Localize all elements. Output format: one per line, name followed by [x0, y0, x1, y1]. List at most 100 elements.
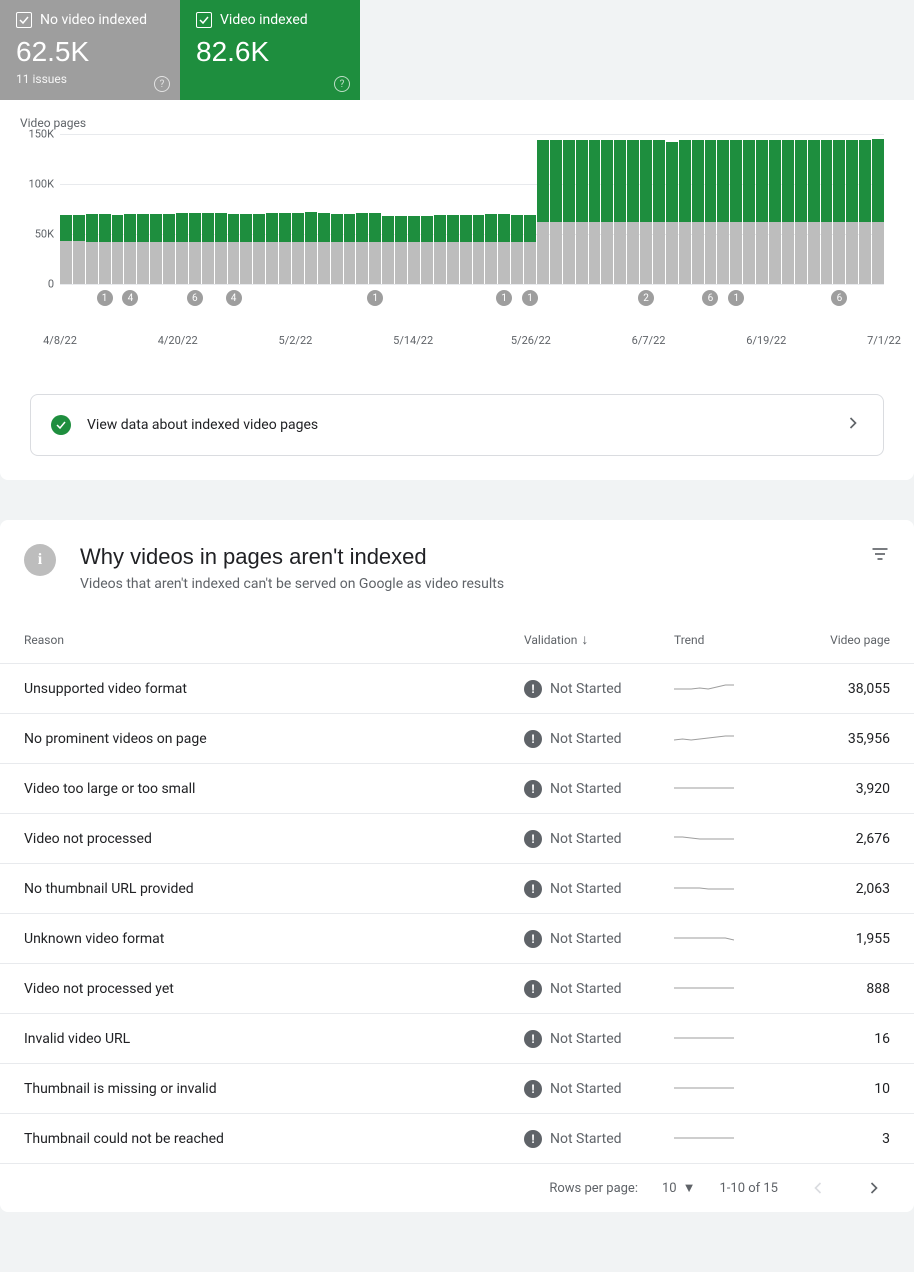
bar[interactable]: 4 — [124, 134, 136, 284]
bar[interactable] — [86, 134, 98, 284]
bar[interactable] — [576, 134, 588, 284]
bar[interactable]: 6 — [189, 134, 201, 284]
col-trend[interactable]: Trend — [674, 633, 774, 647]
table-row[interactable]: Video not processed yet!Not Started888 — [0, 964, 914, 1014]
bar[interactable]: 1 — [730, 134, 742, 284]
bar[interactable] — [266, 134, 278, 284]
table-row[interactable]: Video too large or too small!Not Started… — [0, 764, 914, 814]
bar[interactable] — [395, 134, 407, 284]
bar[interactable] — [653, 134, 665, 284]
bar[interactable] — [743, 134, 755, 284]
chart-marker[interactable]: 4 — [122, 290, 138, 306]
next-page-button[interactable] — [858, 1172, 890, 1204]
table-row[interactable]: Thumbnail is missing or invalid!Not Star… — [0, 1064, 914, 1114]
bar[interactable] — [112, 134, 124, 284]
table-row[interactable]: Unknown video format!Not Started1,955 — [0, 914, 914, 964]
chart-marker[interactable]: 6 — [702, 290, 718, 306]
prev-page-button[interactable] — [802, 1172, 834, 1204]
bar[interactable] — [331, 134, 343, 284]
bar[interactable] — [356, 134, 368, 284]
bar[interactable] — [344, 134, 356, 284]
chart-marker[interactable]: 6 — [187, 290, 203, 306]
bar[interactable] — [460, 134, 472, 284]
table-row[interactable]: No prominent videos on page!Not Started3… — [0, 714, 914, 764]
chart-marker[interactable]: 4 — [226, 290, 242, 306]
table-row[interactable]: No thumbnail URL provided!Not Started2,0… — [0, 864, 914, 914]
card-video-indexed[interactable]: Video indexed 82.6K ? — [180, 0, 360, 100]
bar[interactable] — [846, 134, 858, 284]
card-no-video-indexed[interactable]: No video indexed 62.5K 11 issues ? — [0, 0, 180, 100]
bar[interactable] — [137, 134, 149, 284]
chart-marker[interactable]: 1 — [367, 290, 383, 306]
bar[interactable] — [215, 134, 227, 284]
bar[interactable] — [627, 134, 639, 284]
bar[interactable] — [421, 134, 433, 284]
help-icon[interactable]: ? — [334, 76, 350, 92]
bar[interactable] — [279, 134, 291, 284]
bar[interactable] — [60, 134, 72, 284]
bar[interactable]: 1 — [99, 134, 111, 284]
bar[interactable] — [601, 134, 613, 284]
bar[interactable] — [782, 134, 794, 284]
bar[interactable] — [318, 134, 330, 284]
bar[interactable] — [537, 134, 549, 284]
bar[interactable]: 4 — [228, 134, 240, 284]
col-reason[interactable]: Reason — [24, 633, 524, 647]
bar[interactable] — [485, 134, 497, 284]
bar[interactable] — [202, 134, 214, 284]
table-row[interactable]: Unsupported video format!Not Started38,0… — [0, 664, 914, 714]
bar[interactable] — [666, 134, 678, 284]
bar[interactable] — [614, 134, 626, 284]
exclamation-icon: ! — [524, 780, 542, 798]
bar[interactable] — [240, 134, 252, 284]
table-row[interactable]: Invalid video URL!Not Started16 — [0, 1014, 914, 1064]
bar[interactable]: 1 — [524, 134, 536, 284]
chart-marker[interactable]: 1 — [97, 290, 113, 306]
bar[interactable] — [176, 134, 188, 284]
bar[interactable]: 2 — [640, 134, 652, 284]
table-row[interactable]: Thumbnail could not be reached!Not Start… — [0, 1114, 914, 1164]
bar[interactable] — [253, 134, 265, 284]
bar[interactable] — [150, 134, 162, 284]
rows-per-page-select[interactable]: 10 ▼ — [662, 1180, 696, 1196]
bar[interactable] — [795, 134, 807, 284]
table-row[interactable]: Video not processed!Not Started2,676 — [0, 814, 914, 864]
bar[interactable] — [408, 134, 420, 284]
bar[interactable] — [756, 134, 768, 284]
chart-marker[interactable]: 1 — [522, 290, 538, 306]
col-validation[interactable]: Validation ↓ — [524, 631, 674, 648]
bar[interactable] — [589, 134, 601, 284]
chart-marker[interactable]: 2 — [638, 290, 654, 306]
bar[interactable] — [550, 134, 562, 284]
bar[interactable]: 6 — [705, 134, 717, 284]
chart-marker[interactable]: 6 — [831, 290, 847, 306]
bar[interactable] — [73, 134, 85, 284]
bar[interactable] — [511, 134, 523, 284]
bar[interactable] — [717, 134, 729, 284]
bar[interactable] — [163, 134, 175, 284]
bar[interactable] — [808, 134, 820, 284]
help-icon[interactable]: ? — [154, 76, 170, 92]
bar[interactable] — [859, 134, 871, 284]
bar[interactable] — [769, 134, 781, 284]
bar[interactable] — [679, 134, 691, 284]
bar[interactable] — [447, 134, 459, 284]
chart-area[interactable]: 050K100K150K 14641112616 — [60, 134, 884, 314]
bar[interactable] — [563, 134, 575, 284]
bar[interactable] — [872, 134, 884, 284]
bar[interactable] — [473, 134, 485, 284]
bar[interactable]: 1 — [369, 134, 381, 284]
bar[interactable] — [292, 134, 304, 284]
filter-icon[interactable] — [870, 544, 890, 568]
chart-marker[interactable]: 1 — [496, 290, 512, 306]
bar[interactable]: 6 — [833, 134, 845, 284]
chart-marker[interactable]: 1 — [728, 290, 744, 306]
bar[interactable] — [305, 134, 317, 284]
bar[interactable] — [692, 134, 704, 284]
bar[interactable] — [382, 134, 394, 284]
col-pages[interactable]: Video page — [774, 633, 890, 647]
bar[interactable] — [434, 134, 446, 284]
bar[interactable]: 1 — [498, 134, 510, 284]
view-indexed-callout[interactable]: View data about indexed video pages — [30, 394, 884, 456]
bar[interactable] — [821, 134, 833, 284]
